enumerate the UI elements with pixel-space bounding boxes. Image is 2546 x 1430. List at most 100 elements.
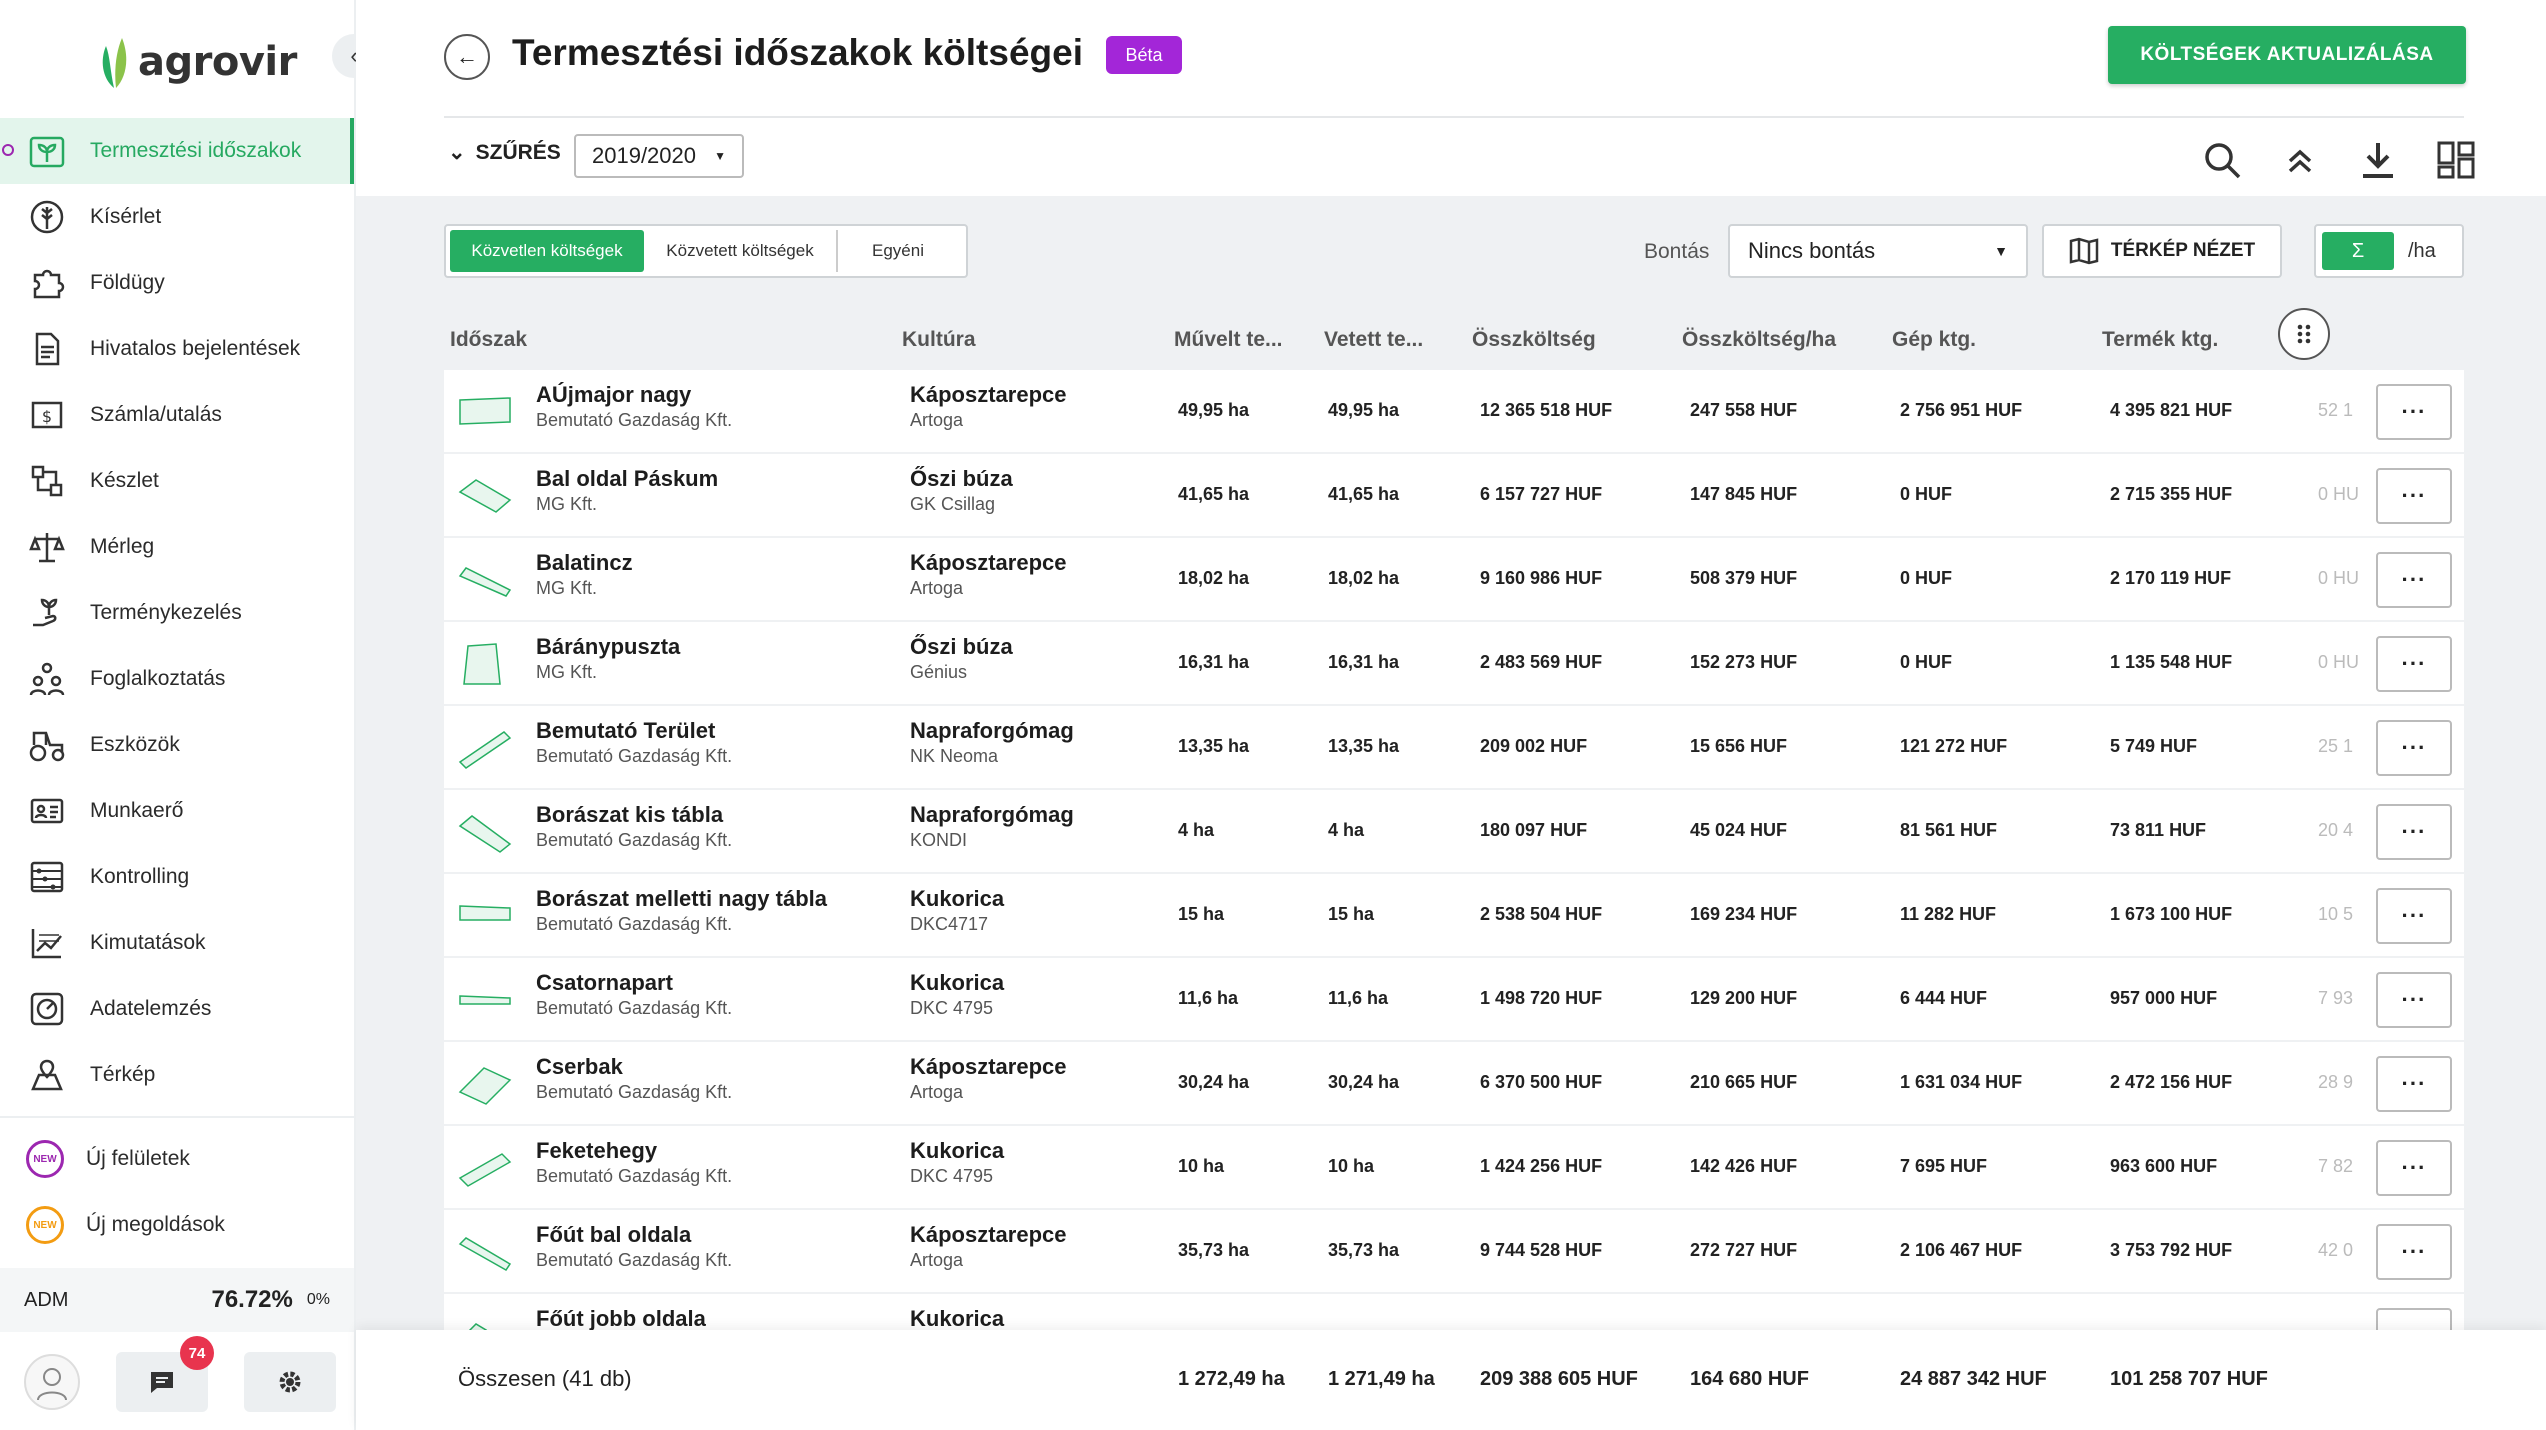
crop-variety: Artoga [910,578,964,598]
osszkoltseg: 6 157 727 HUF [1480,484,1603,504]
adm-percent-secondary: 0% [306,1291,330,1308]
sidebar-item-kontrolling[interactable]: Kontrolling [0,844,354,910]
crop-name: Napraforgómag [910,718,1074,743]
muvelt-terulet: 41,65 ha [1178,484,1250,504]
table-body: AÚjmajor nagy Bemutató Gazdaság Kft. Kápos… [444,370,2464,1330]
sidebar-item-adatelemzes[interactable]: Adatelemzés [0,976,354,1042]
truncated-value: 25 1 [2318,736,2354,756]
toolbar-icons [2194,132,2484,188]
row-more-button[interactable]: ··· [2376,720,2452,776]
sidebar-item-hivatalos-bejelentesek[interactable]: Hivatalos bejelentések [0,316,354,382]
crop-variety: KONDI [910,830,968,850]
row-more-button[interactable]: ··· [2376,1224,2452,1280]
avatar[interactable] [24,1354,80,1410]
bontas-select[interactable]: Nincs bontás ▼ [1728,224,2028,278]
row-more-button[interactable]: ··· [2376,636,2452,692]
search-icon [2205,143,2241,179]
termek-ktg: 3 753 792 HUF [2110,1240,2233,1260]
termek-ktg: 2 715 355 HUF [2110,484,2233,504]
more-dots-icon: ··· [2401,483,2427,508]
download-button[interactable] [2350,132,2406,188]
row-more-button[interactable]: ··· [2376,552,2452,608]
muvelt-terulet: 35,73 ha [1178,1240,1250,1260]
parcel-shape-icon [458,1153,512,1187]
sidebar-item-termenykezeles[interactable]: Terménykezelés [0,580,354,646]
logo[interactable]: agrovir [96,30,297,94]
sidebar-item-szamla-utalas[interactable]: $ Számla/utalás [0,382,354,448]
sidebar-item-terkep[interactable]: Térkép [0,1042,354,1108]
chat-icon [151,1372,173,1393]
page-header: ← Termesztési időszakok költségei Béta K… [356,0,2546,196]
column-header-vetett-terulet[interactable]: Vetett te... [1324,328,1423,352]
table-row[interactable]: Főút jobb oldala Kukorica ··· [444,1294,2464,1330]
muvelt-terulet: 13,35 ha [1178,736,1250,756]
layout-button[interactable] [2428,132,2484,188]
sidebar-item-keszlet[interactable]: Készlet [0,448,354,514]
messages-button[interactable]: 74 [116,1336,214,1412]
column-header-osszkoltseg[interactable]: Összköltség [1472,328,1596,352]
total-muvelt: 1 272,49 ha [1178,1368,1285,1390]
puzzle-icon [26,262,68,304]
crop-name: Káposztarepce [910,382,1067,407]
table-row[interactable]: Bal oldal Páskum MG Kft. Őszi búza GK Csill… [444,454,2464,536]
sidebar-item-eszkozok[interactable]: Eszközök [0,712,354,778]
osszkoltseg: 9 744 528 HUF [1480,1240,1603,1260]
row-more-button[interactable]: ··· [2376,384,2452,440]
table-row[interactable]: Bemutató Terület Bemutató Gazdaság Kft. Na… [444,706,2464,788]
column-header-gep-ktg[interactable]: Gép ktg. [1892,328,1976,352]
search-button[interactable] [2194,132,2250,188]
table-row[interactable]: Csatornapart Bemutató Gazdaság Kft. Kukori… [444,958,2464,1040]
row-more-button[interactable]: ··· [2376,468,2452,524]
sidebar-item-kimutatasok[interactable]: Kimutatások [0,910,354,976]
row-more-button[interactable]: ··· [2376,1308,2452,1330]
sidebar-item-foldugy[interactable]: Földügy [0,250,354,316]
sidebar-item-merleg[interactable]: Mérleg [0,514,354,580]
column-settings-button[interactable] [2278,308,2330,360]
map-view-button[interactable]: TÉRKÉP NÉZET [2042,224,2282,278]
column-header-kultura[interactable]: Kultúra [902,328,976,352]
muvelt-terulet: 11,6 ha [1178,988,1239,1008]
year-select[interactable]: 2019/2020 ▼ [574,134,744,178]
table-row[interactable]: Báránypuszta MG Kft. Őszi búza Génius 16,31 … [444,622,2464,704]
sum-toggle[interactable]: Σ [2322,232,2394,270]
sidebar-item-kiserlet[interactable]: Kísérlet [0,184,354,250]
period-company: Bemutató Gazdaság Kft. [536,746,733,766]
column-header-muvelt-terulet[interactable]: Művelt te... [1174,328,1283,352]
filter-toggle[interactable]: ⌄ SZŰRÉS [448,140,561,165]
row-more-button[interactable]: ··· [2376,972,2452,1028]
column-header-idoszak[interactable]: Időszak [450,328,527,352]
table-row[interactable]: Borászat kis tábla Bemutató Gazdaság Kft.… [444,790,2464,872]
tab-kozvetett-koltsegek[interactable]: Közvetett költségek [644,230,838,272]
table-row[interactable]: Balatincz MG Kft. Káposztarepce Artoga 18,02… [444,538,2464,620]
table-row[interactable]: Borászat melletti nagy tábla Bemutató Gaz… [444,874,2464,956]
crop-name: Kukorica [910,1138,1005,1163]
tab-egyeni[interactable]: Egyéni [838,230,958,272]
table-row[interactable]: AÚjmajor nagy Bemutató Gazdaság Kft. Kápos… [444,370,2464,452]
column-header-termek-ktg[interactable]: Termék ktg. [2102,328,2218,352]
sidebar-item-foglalkoztatas[interactable]: Foglalkoztatás [0,646,354,712]
table-row[interactable]: Cserbak Bemutató Gazdaság Kft. Káposztarep… [444,1042,2464,1124]
period-name: Főút bal oldala [536,1222,692,1247]
table-row[interactable]: Feketehegy Bemutató Gazdaság Kft. Kukorica… [444,1126,2464,1208]
sidebar-item-termesztesi-idoszakok[interactable]: Termesztési időszakok [0,118,354,184]
back-button[interactable]: ← [444,34,490,80]
per-ha-toggle[interactable]: /ha [2408,240,2436,263]
row-more-button[interactable]: ··· [2376,804,2452,860]
sidebar-item-label: Terménykezelés [90,601,242,624]
sidebar-item-uj-megoldasok[interactable]: NEW Új megoldások [0,1192,354,1258]
tab-kozvetlen-koltsegek[interactable]: Közvetlen költségek [450,230,644,272]
sidebar-item-uj-feluletek[interactable]: NEW Új felületek [0,1126,354,1192]
sidebar-item-label: Termesztési időszakok [90,139,302,162]
people-icon [26,658,68,700]
logo-text: agrovir [138,39,297,85]
sidebar-item-munkaero[interactable]: Munkaerő [0,778,354,844]
update-costs-button[interactable]: KÖLTSÉGEK AKTUALIZÁLÁSA [2108,26,2466,84]
row-more-button[interactable]: ··· [2376,1056,2452,1112]
crop-variety: NK Neoma [910,746,999,766]
collapse-all-button[interactable] [2272,132,2328,188]
column-header-osszkoltseg-ha[interactable]: Összköltség/ha [1682,328,1836,352]
row-more-button[interactable]: ··· [2376,1140,2452,1196]
settings-button[interactable] [244,1352,336,1412]
row-more-button[interactable]: ··· [2376,888,2452,944]
table-row[interactable]: Főút bal oldala Bemutató Gazdaság Kft. Káp… [444,1210,2464,1292]
